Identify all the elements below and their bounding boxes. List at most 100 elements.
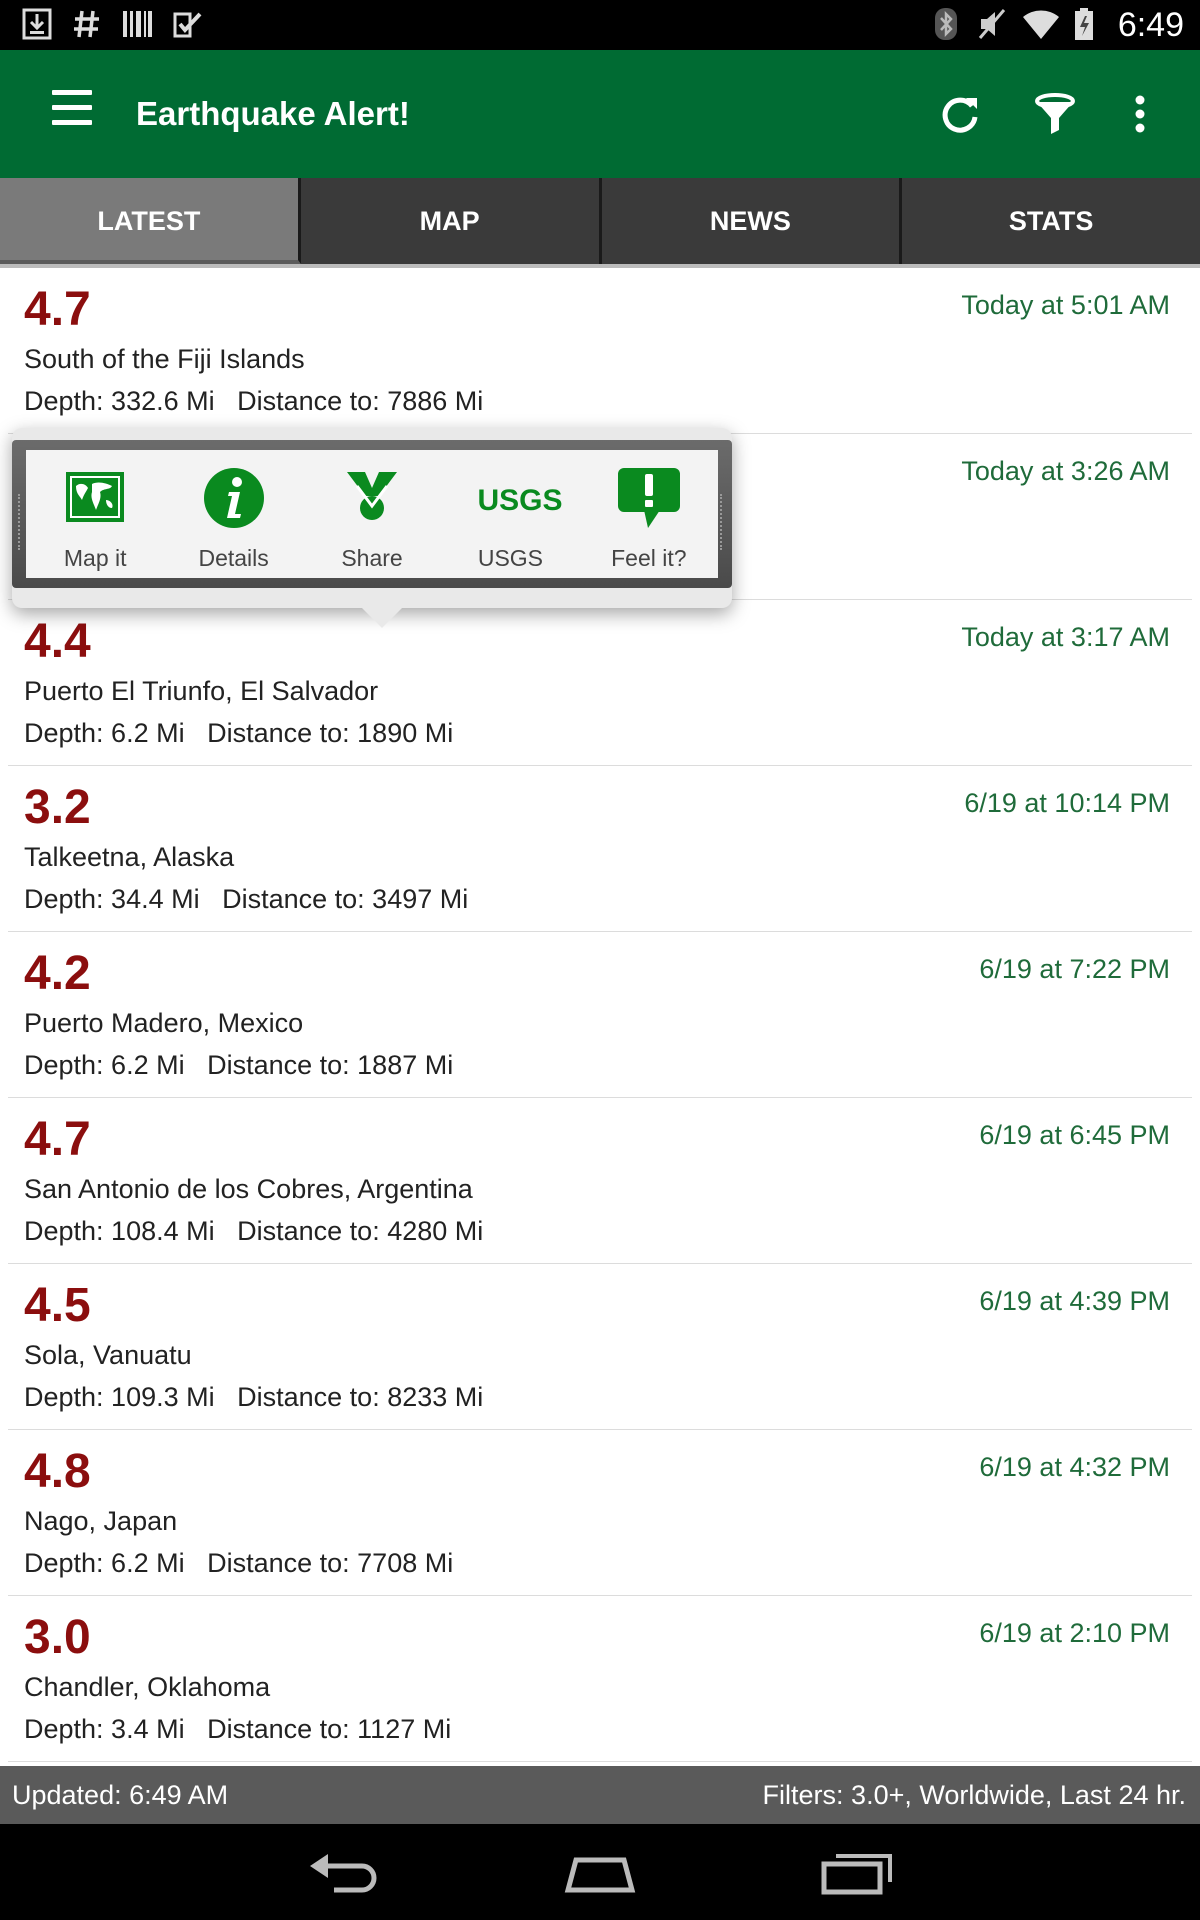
depth: Depth: 332.6 Mi: [24, 386, 215, 416]
recent-apps-icon[interactable]: [818, 1846, 898, 1898]
location: Puerto El Triunfo, El Salvador: [24, 676, 379, 706]
details-label: Details: [198, 545, 269, 571]
battery-icon: [1068, 7, 1100, 43]
list-item[interactable]: 4.2 6/19 at 7:22 PM Puerto Madero, Mexic…: [8, 932, 1192, 1098]
depth-distance: Depth: 6.2 Mi Distance to: 1887 Mi: [24, 1048, 453, 1082]
event-time: 6/19 at 4:32 PM: [979, 1452, 1170, 1482]
usgs-label: USGS: [477, 545, 544, 571]
tab-news[interactable]: NEWS: [601, 178, 903, 264]
back-icon[interactable]: [304, 1846, 384, 1898]
wifi-icon: [1022, 7, 1059, 43]
depth-distance: Depth: 3.4 Mi Distance to: 1127 Mi: [24, 1712, 451, 1746]
location: San Antonio de los Cobres, Argentina: [24, 1174, 473, 1204]
location: South of the Fiji Islands: [24, 344, 305, 374]
depth: Depth: 6.2 Mi: [24, 1548, 185, 1578]
tab-latest[interactable]: LATEST: [0, 178, 301, 264]
location: Sola, Vanuatu: [24, 1340, 192, 1370]
app-title: Earthquake Alert!: [136, 95, 410, 132]
hash-icon: [70, 8, 104, 42]
event-time: Today at 3:26 AM: [961, 456, 1170, 486]
share-action[interactable]: Share: [303, 450, 441, 578]
distance: Distance to: 4280 Mi: [237, 1216, 484, 1246]
mute-icon: [976, 7, 1008, 43]
download-icon: [20, 8, 54, 42]
magnitude: 4.7: [24, 283, 91, 336]
magnitude: 4.5: [24, 1279, 91, 1332]
distance: Distance to: 8233 Mi: [237, 1382, 484, 1412]
depth: Depth: 108.4 Mi: [24, 1216, 215, 1246]
tab-map[interactable]: MAP: [300, 178, 602, 264]
share-icon: [337, 466, 407, 530]
list-item[interactable]: 4.4 Today at 3:17 AM Puerto El Triunfo, …: [8, 600, 1192, 766]
info-icon: [199, 466, 269, 530]
refresh-icon[interactable]: [930, 84, 990, 144]
feel-it-action[interactable]: Feel it?: [580, 450, 718, 578]
share-label: Share: [341, 545, 403, 571]
event-time: Today at 3:17 AM: [961, 622, 1170, 652]
hamburger-menu-icon[interactable]: [42, 90, 98, 138]
distance: Distance to: 1127 Mi: [207, 1714, 452, 1744]
tab-stats[interactable]: STATS: [902, 178, 1200, 264]
distance: Distance to: 3497 Mi: [222, 884, 469, 914]
navigation-bar: [0, 1824, 1200, 1920]
tasks-icon: [170, 8, 204, 42]
depth-distance: Depth: 332.6 Mi Distance to: 7886 Mi: [24, 384, 483, 418]
event-time: Today at 5:01 AM: [961, 290, 1170, 320]
home-icon[interactable]: [560, 1846, 640, 1898]
depth-distance: Depth: 6.2 Mi Distance to: 7708 Mi: [24, 1546, 453, 1580]
distance: Distance to: 1890 Mi: [207, 718, 454, 748]
right-grip: [720, 494, 726, 550]
event-time: 6/19 at 6:45 PM: [979, 1120, 1170, 1150]
list-item[interactable]: 4.7 Today at 5:01 AM South of the Fiji I…: [8, 268, 1192, 434]
event-time: 6/19 at 4:39 PM: [979, 1286, 1170, 1316]
list-item[interactable]: 4.5 6/19 at 4:39 PM Sola, Vanuatu Depth:…: [8, 1264, 1192, 1430]
details-action[interactable]: Details: [164, 450, 302, 578]
filter-icon[interactable]: [1025, 84, 1085, 144]
depth: Depth: 34.4 Mi: [24, 884, 200, 914]
clock: 6:49: [1117, 6, 1184, 44]
location: Chandler, Oklahoma: [24, 1672, 271, 1702]
bluetooth-icon: [930, 7, 962, 43]
event-time: 6/19 at 10:14 PM: [964, 788, 1170, 818]
usgs-logo-icon: USGS: [475, 466, 563, 530]
status-bar: 6:49: [0, 0, 1200, 50]
list-item[interactable]: 4.8 6/19 at 4:32 PM Nago, Japan Depth: 6…: [8, 1430, 1192, 1596]
left-grip: [18, 494, 24, 550]
list-item[interactable]: 3.2 6/19 at 10:14 PM Talkeetna, Alaska D…: [8, 766, 1192, 932]
updated-time: Updated: 6:49 AM: [12, 1780, 229, 1810]
location: Puerto Madero, Mexico: [24, 1008, 304, 1038]
popup-pointer: [360, 606, 404, 628]
quick-action-popup: Map it Details Share USGS USGS Feel it?: [12, 428, 732, 628]
app-bar: Earthquake Alert!: [0, 50, 1200, 178]
event-time: 6/19 at 2:10 PM: [979, 1618, 1170, 1648]
overflow-menu-icon[interactable]: [1110, 84, 1170, 144]
depth: Depth: 109.3 Mi: [24, 1382, 215, 1412]
magnitude: 4.4: [24, 615, 91, 668]
world-map-icon: [60, 466, 130, 530]
magnitude: 3.2: [24, 781, 91, 834]
usgs-action[interactable]: USGS USGS: [441, 450, 579, 578]
distance: Distance to: 7886 Mi: [237, 386, 484, 416]
magnitude: 4.7: [24, 1113, 91, 1166]
magnitude: 4.2: [24, 947, 91, 1000]
status-footer: Updated: 6:49 AM Filters: 3.0+, Worldwid…: [0, 1766, 1200, 1824]
usgs-logo-text: USGS: [478, 484, 563, 517]
quick-action-bar: Map it Details Share USGS USGS Feel it?: [18, 450, 722, 578]
list-item[interactable]: 3.0 6/19 at 2:10 PM Chandler, Oklahoma D…: [8, 1596, 1192, 1762]
depth-distance: Depth: 34.4 Mi Distance to: 3497 Mi: [24, 882, 468, 916]
event-time: 6/19 at 7:22 PM: [979, 954, 1170, 984]
tab-bar: LATEST MAP NEWS STATS: [0, 178, 1200, 264]
filter-summary[interactable]: Filters: 3.0+, Worldwide, Last 24 hr.: [763, 1766, 1186, 1824]
map-it-action[interactable]: Map it: [26, 450, 164, 578]
magnitude: 3.0: [24, 1611, 91, 1664]
list-item[interactable]: 4.7 6/19 at 6:45 PM San Antonio de los C…: [8, 1098, 1192, 1264]
depth: Depth: 6.2 Mi: [24, 1050, 185, 1080]
distance: Distance to: 1887 Mi: [207, 1050, 454, 1080]
location: Talkeetna, Alaska: [24, 842, 235, 872]
magnitude: 4.8: [24, 1445, 91, 1498]
depth: Depth: 3.4 Mi: [24, 1714, 185, 1744]
exclamation-bubble-icon: [614, 466, 684, 530]
depth: Depth: 6.2 Mi: [24, 718, 185, 748]
distance: Distance to: 7708 Mi: [207, 1548, 454, 1578]
barcode-icon: [120, 8, 154, 42]
